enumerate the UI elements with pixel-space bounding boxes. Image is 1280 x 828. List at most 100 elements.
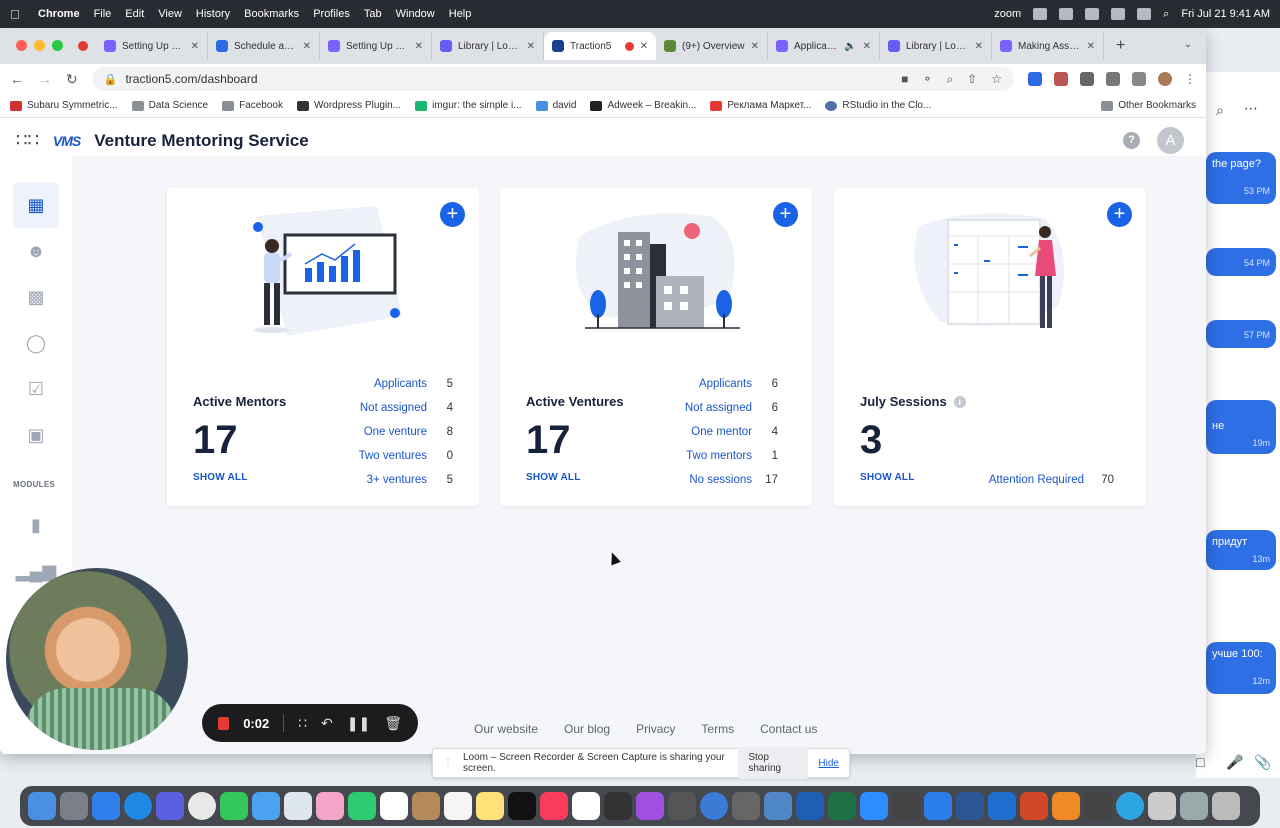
extension-icon[interactable] xyxy=(1028,72,1042,86)
stat-row[interactable]: One venture 8 xyxy=(359,420,453,444)
add-session-button[interactable]: + xyxy=(1107,202,1132,227)
forward-button[interactable]: → xyxy=(38,71,52,87)
zoom-icon[interactable]: ⌕ xyxy=(946,72,953,87)
telegram-icon[interactable] xyxy=(1116,792,1144,820)
help-icon[interactable]: ? xyxy=(1123,132,1140,149)
app-icon[interactable] xyxy=(700,792,728,820)
photos-icon[interactable] xyxy=(316,792,344,820)
bookmark-star-icon[interactable]: ☆ xyxy=(991,72,1002,87)
safari-icon[interactable] xyxy=(124,792,152,820)
status-icon[interactable] xyxy=(1059,8,1074,20)
footer-link-website[interactable]: Our website xyxy=(474,722,538,736)
app-icon[interactable] xyxy=(668,792,696,820)
notes-icon[interactable] xyxy=(476,792,504,820)
reading-list-icon[interactable] xyxy=(1106,72,1120,86)
clock[interactable]: Fri Jul 21 9:41 AM xyxy=(1181,8,1270,20)
footer-link-privacy[interactable]: Privacy xyxy=(636,722,675,736)
reminders-icon[interactable] xyxy=(444,792,472,820)
app-icon[interactable] xyxy=(892,792,920,820)
stat-row[interactable]: Not assigned 6 xyxy=(685,396,778,420)
apps-grid-icon[interactable]: ∷∷ xyxy=(16,130,39,151)
browser-tab[interactable]: Setting Up Your ✕ xyxy=(96,32,208,60)
stat-row[interactable]: Not assigned 4 xyxy=(359,396,453,420)
browser-tab[interactable]: Application 🔈 ✕ xyxy=(768,32,880,60)
stop-sharing-button[interactable]: Stop sharing xyxy=(738,747,809,779)
sidebar-item-ventures[interactable]: ▩ xyxy=(13,274,59,320)
finder-icon[interactable] xyxy=(28,792,56,820)
bookmark-item[interactable]: david xyxy=(535,100,576,111)
bookmark-folder[interactable]: Facebook xyxy=(222,100,283,111)
stat-row[interactable]: Attention Required 70 xyxy=(989,468,1114,492)
kebab-menu-icon[interactable]: ⋮ xyxy=(1184,72,1196,86)
footer-link-terms[interactable]: Terms xyxy=(701,722,734,736)
bookmark-item[interactable]: imgur: the simple i... xyxy=(415,100,522,111)
wifi-icon[interactable] xyxy=(1137,8,1152,20)
browser-tab[interactable]: Schedule a Mee ✕ xyxy=(208,32,320,60)
menu-profiles[interactable]: Profiles xyxy=(313,8,350,20)
powerpoint-icon[interactable] xyxy=(1020,792,1048,820)
trash-icon[interactable]: 🗑 xyxy=(384,715,402,732)
add-venture-button[interactable]: + xyxy=(773,202,798,227)
close-icon[interactable]: ✕ xyxy=(751,41,759,52)
speaker-icon[interactable]: 🔈 xyxy=(844,41,856,52)
mail-icon[interactable] xyxy=(252,792,280,820)
search-icon[interactable]: ⌕ xyxy=(1163,8,1169,21)
messages-icon[interactable] xyxy=(220,792,248,820)
slack-icon[interactable] xyxy=(572,792,600,820)
footer-link-contact[interactable]: Contact us xyxy=(760,722,817,736)
sidebar-item-people[interactable]: ☻ xyxy=(13,228,59,274)
browser-tab-active[interactable]: Traction5 ✕ xyxy=(544,32,656,60)
stat-label[interactable]: Not assigned xyxy=(685,402,752,414)
stat-row[interactable]: No sessions 17 xyxy=(685,468,778,492)
stat-label[interactable]: Attention Required xyxy=(989,474,1084,486)
menu-bookmarks[interactable]: Bookmarks xyxy=(244,8,299,20)
close-icon[interactable]: ✕ xyxy=(1087,41,1095,52)
podcasts-icon[interactable] xyxy=(636,792,664,820)
sidepanel-icon[interactable] xyxy=(1132,72,1146,86)
final-cut-icon[interactable] xyxy=(604,792,632,820)
stat-label[interactable]: 3+ ventures xyxy=(367,474,427,486)
app-icon[interactable] xyxy=(764,792,792,820)
microphone-icon[interactable]: 🎤 xyxy=(1226,754,1243,771)
chrome-icon[interactable] xyxy=(188,792,216,820)
app-icon[interactable] xyxy=(988,792,1016,820)
user-avatar[interactable]: A xyxy=(1157,127,1184,154)
info-icon[interactable]: i xyxy=(953,395,966,408)
stat-label[interactable]: Two ventures xyxy=(359,450,427,462)
menu-tab[interactable]: Tab xyxy=(364,8,382,20)
bookmark-folder[interactable]: Data Science xyxy=(131,100,208,111)
pause-icon[interactable]: ❚❚ xyxy=(347,715,370,732)
footer-link-blog[interactable]: Our blog xyxy=(564,722,610,736)
drawing-tools-icon[interactable]: ∷ xyxy=(298,715,307,732)
minimize-window-button[interactable] xyxy=(34,40,45,51)
close-icon[interactable]: ✕ xyxy=(303,41,311,52)
bookmark-item[interactable]: Subaru Symmetric... xyxy=(10,100,118,111)
undo-icon[interactable]: ↶ xyxy=(321,715,333,732)
stat-row[interactable]: One mentor 4 xyxy=(685,420,778,444)
stat-row[interactable]: Two ventures 0 xyxy=(359,444,453,468)
show-all-link[interactable]: SHOW ALL xyxy=(193,472,248,483)
lock-icon[interactable]: 🔒 xyxy=(104,73,118,86)
browser-tab[interactable]: Making Assignm ✕ xyxy=(992,32,1104,60)
close-icon[interactable]: ✕ xyxy=(527,41,535,52)
chevron-down-icon[interactable]: ⌄ xyxy=(1184,39,1192,50)
close-icon[interactable]: ✕ xyxy=(975,41,983,52)
browser-tab[interactable]: (9+) Overview ✕ xyxy=(656,32,768,60)
reload-button[interactable]: ↻ xyxy=(66,71,78,88)
browser-tab[interactable]: Library | Loom ✕ xyxy=(880,32,992,60)
vlc-icon[interactable] xyxy=(1052,792,1080,820)
excel-icon[interactable] xyxy=(828,792,856,820)
calendar-icon[interactable] xyxy=(380,792,408,820)
maps-icon[interactable] xyxy=(284,792,312,820)
share-icon[interactable]: ⇧ xyxy=(967,72,977,87)
close-window-button[interactable] xyxy=(16,40,27,51)
show-all-link[interactable]: SHOW ALL xyxy=(526,472,581,483)
show-all-link[interactable]: SHOW ALL xyxy=(860,472,915,483)
sidebar-item-messages[interactable]: ▮ xyxy=(13,502,59,548)
new-tab-button[interactable]: + xyxy=(1116,37,1125,55)
sidebar-item-events[interactable]: ▣ xyxy=(13,412,59,458)
drag-handle-icon[interactable]: ⋮ xyxy=(443,758,453,769)
other-bookmarks-folder[interactable]: Other Bookmarks xyxy=(1101,100,1196,111)
zoom-status[interactable]: zoom xyxy=(994,8,1021,20)
maximize-window-button[interactable] xyxy=(52,40,63,51)
